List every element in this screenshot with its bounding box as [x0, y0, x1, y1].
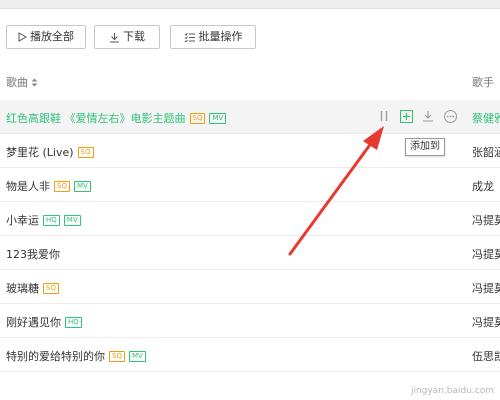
sq-badge: SQ	[43, 282, 59, 294]
song-title-text: 刚好遇见你	[6, 316, 61, 329]
song-title[interactable]: 物是人非 SQ MV	[6, 178, 91, 194]
pause-icon	[380, 111, 388, 121]
add-icon	[399, 109, 413, 123]
download-label: 下载	[123, 30, 145, 43]
play-all-button[interactable]: 播放全部	[6, 25, 86, 49]
more-icon	[443, 109, 457, 123]
singer-column-header: 歌手	[472, 76, 494, 89]
hq-badge: HQ	[43, 214, 60, 226]
song-row[interactable]: 红色高跟鞋 《爱情左右》电影主题曲 SQ MV 蔡健雅	[0, 100, 500, 134]
singer-name[interactable]: 张韶涵	[472, 144, 500, 160]
add-to-tooltip: 添加到	[405, 138, 445, 156]
song-title[interactable]: 梦里花 (Live) SQ	[6, 144, 94, 160]
song-title[interactable]: 玻璃糖 SQ	[6, 280, 59, 296]
singer-name[interactable]: 冯提莫	[472, 280, 500, 296]
song-column-label: 歌曲	[6, 76, 28, 89]
play-all-label: 播放全部	[30, 30, 74, 43]
download-button[interactable]: 下载	[94, 25, 160, 49]
song-row[interactable]: 小幸运 HQ MV 冯提莫	[0, 202, 500, 236]
batch-operation-button[interactable]: 批量操作	[170, 25, 256, 49]
song-title-text: 梦里花 (Live)	[6, 146, 74, 159]
song-title[interactable]: 刚好遇见你 HQ	[6, 314, 82, 330]
singer-name[interactable]: 冯提莫	[472, 246, 500, 262]
song-column-header[interactable]: 歌曲	[6, 74, 38, 90]
sort-icon	[31, 78, 38, 86]
song-title-text: 123我爱你	[6, 248, 60, 261]
song-row[interactable]: 特别的爱给特别的你 SQ MV 伍思凯	[0, 338, 500, 372]
baidu-watermark: jingyan.baidu.com	[402, 374, 494, 396]
more-button[interactable]	[442, 108, 458, 124]
song-row[interactable]: 123我爱你 冯提莫	[0, 236, 500, 270]
batch-label: 批量操作	[198, 30, 243, 43]
sq-badge: SQ	[189, 112, 206, 124]
add-to-button[interactable]	[398, 108, 414, 124]
mv-badge[interactable]: MV	[128, 350, 146, 362]
download-icon	[423, 111, 433, 122]
singer-name[interactable]: 冯提莫	[472, 314, 500, 330]
song-title-text: 小幸运	[6, 214, 39, 227]
mv-badge[interactable]: MV	[63, 214, 81, 226]
song-title-text: 特别的爱给特别的你	[6, 350, 105, 363]
batch-icon	[184, 32, 195, 42]
singer-name[interactable]: 冯提莫	[472, 212, 500, 228]
row-download-button[interactable]	[420, 108, 436, 124]
singer-name[interactable]: 蔡健雅	[472, 110, 500, 126]
top-strip	[0, 0, 500, 9]
play-icon	[18, 32, 27, 42]
sq-badge: SQ	[54, 180, 70, 192]
song-row[interactable]: 刚好遇见你 HQ 冯提莫	[0, 304, 500, 338]
song-title-text: 玻璃糖	[6, 282, 39, 295]
singer-name[interactable]: 成龙	[472, 178, 500, 194]
song-title-text: 红色高跟鞋 《爱情左右》电影主题曲	[6, 112, 186, 125]
hq-badge: HQ	[65, 316, 82, 328]
pause-button[interactable]	[376, 108, 392, 124]
sq-badge: SQ	[109, 350, 125, 362]
song-row[interactable]: 玻璃糖 SQ 冯提莫	[0, 270, 500, 304]
song-title[interactable]: 小幸运 HQ MV	[6, 212, 81, 228]
song-title-text: 物是人非	[6, 180, 50, 193]
sq-badge: SQ	[77, 146, 94, 158]
singer-name[interactable]: 伍思凯	[472, 348, 500, 364]
download-icon	[110, 32, 119, 42]
song-row[interactable]: 物是人非 SQ MV 成龙	[0, 168, 500, 202]
song-title[interactable]: 特别的爱给特别的你 SQ MV	[6, 348, 146, 364]
mv-badge[interactable]: MV	[209, 112, 227, 124]
watermark-text: jingyan.baidu.com	[410, 386, 494, 396]
song-title[interactable]: 红色高跟鞋 《爱情左右》电影主题曲 SQ MV	[6, 110, 227, 126]
song-title[interactable]: 123我爱你	[6, 246, 60, 262]
song-list-header: 歌曲 歌手	[0, 70, 500, 94]
mv-badge[interactable]: MV	[73, 180, 91, 192]
